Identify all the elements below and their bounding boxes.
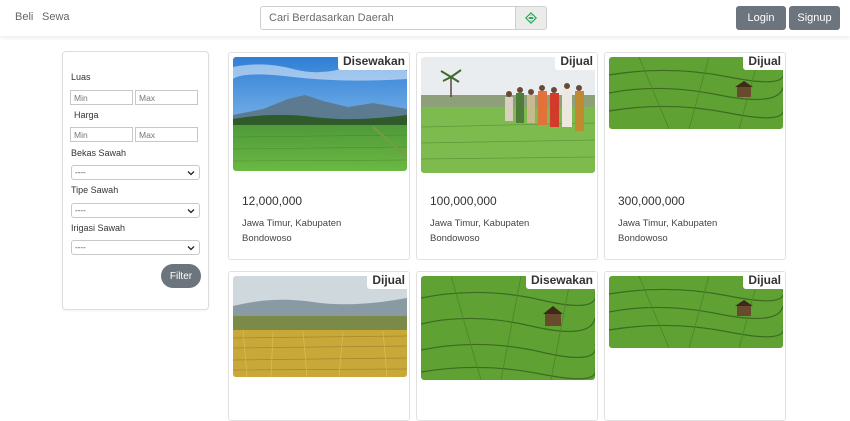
harga-label: Harga xyxy=(74,110,99,120)
listing-card[interactable]: Dijual 100,000,000 Jawa Timur, Kabupaten… xyxy=(416,52,598,260)
top-navbar: Beli Sewa Login Signup xyxy=(0,0,850,36)
harga-max-input[interactable] xyxy=(135,127,198,142)
bekas-sawah-label: Bekas Sawah xyxy=(71,148,127,158)
filter-button[interactable]: Filter xyxy=(161,264,201,288)
listing-location: Jawa Timur, Kabupaten Bondowoso xyxy=(618,218,718,244)
chevron-down-icon xyxy=(187,171,195,176)
listing-price: 100,000,000 xyxy=(430,194,497,208)
listing-price: 300,000,000 xyxy=(618,194,685,208)
tipe-sawah-select[interactable]: ---- xyxy=(71,203,200,218)
listing-badge: Dijual xyxy=(743,53,785,70)
nav-sewa-link[interactable]: Sewa xyxy=(42,11,70,23)
listing-badge: Disewakan xyxy=(525,272,597,289)
bekas-sawah-select[interactable]: ---- xyxy=(71,165,200,180)
bekas-sawah-select-value: ---- xyxy=(75,168,86,177)
tipe-sawah-label: Tipe Sawah xyxy=(71,185,119,195)
luas-label: Luas xyxy=(71,72,91,82)
listing-image xyxy=(233,57,407,171)
listing-card[interactable]: Disewakan 12,000,000 Jawa Timur, Kabupat… xyxy=(228,52,410,260)
listing-badge: Disewakan xyxy=(337,53,409,70)
signup-button[interactable]: Signup xyxy=(789,6,840,30)
irigasi-sawah-label: Irigasi Sawah xyxy=(71,223,126,233)
layers-icon xyxy=(525,12,537,24)
listing-badge: Dijual xyxy=(367,272,409,289)
irigasi-sawah-select[interactable]: ---- xyxy=(71,240,200,255)
luas-min-input[interactable] xyxy=(70,90,133,105)
listing-price: 12,000,000 xyxy=(242,194,303,208)
listing-badge: Dijual xyxy=(555,53,597,70)
listing-location: Jawa Timur, Kabupaten Bondowoso xyxy=(242,218,342,244)
listing-card[interactable]: Disewakan xyxy=(416,271,598,421)
luas-max-input[interactable] xyxy=(135,90,198,105)
tipe-sawah-select-value: ---- xyxy=(75,206,86,215)
chevron-down-icon xyxy=(187,209,195,214)
listing-card[interactable]: Dijual xyxy=(604,271,786,421)
nav-beli-link[interactable]: Beli xyxy=(15,11,33,23)
login-button[interactable]: Login xyxy=(736,6,786,30)
listing-card[interactable]: Dijual 300,000,000 Jawa Timur, Kabupaten… xyxy=(604,52,786,260)
listing-badge: Dijual xyxy=(743,272,785,289)
filter-panel: Luas Harga Bekas Sawah ---- Tipe Sawah -… xyxy=(62,51,209,310)
listing-image xyxy=(233,276,407,377)
search-bar xyxy=(260,6,547,30)
search-input[interactable] xyxy=(260,6,516,30)
search-button[interactable] xyxy=(515,6,547,30)
listing-card[interactable]: Dijual xyxy=(228,271,410,421)
listing-location: Jawa Timur, Kabupaten Bondowoso xyxy=(430,218,530,244)
chevron-down-icon xyxy=(187,246,195,251)
harga-min-input[interactable] xyxy=(70,127,133,142)
listing-image xyxy=(421,57,595,173)
irigasi-sawah-select-value: ---- xyxy=(75,243,86,252)
listing-image xyxy=(421,276,595,380)
